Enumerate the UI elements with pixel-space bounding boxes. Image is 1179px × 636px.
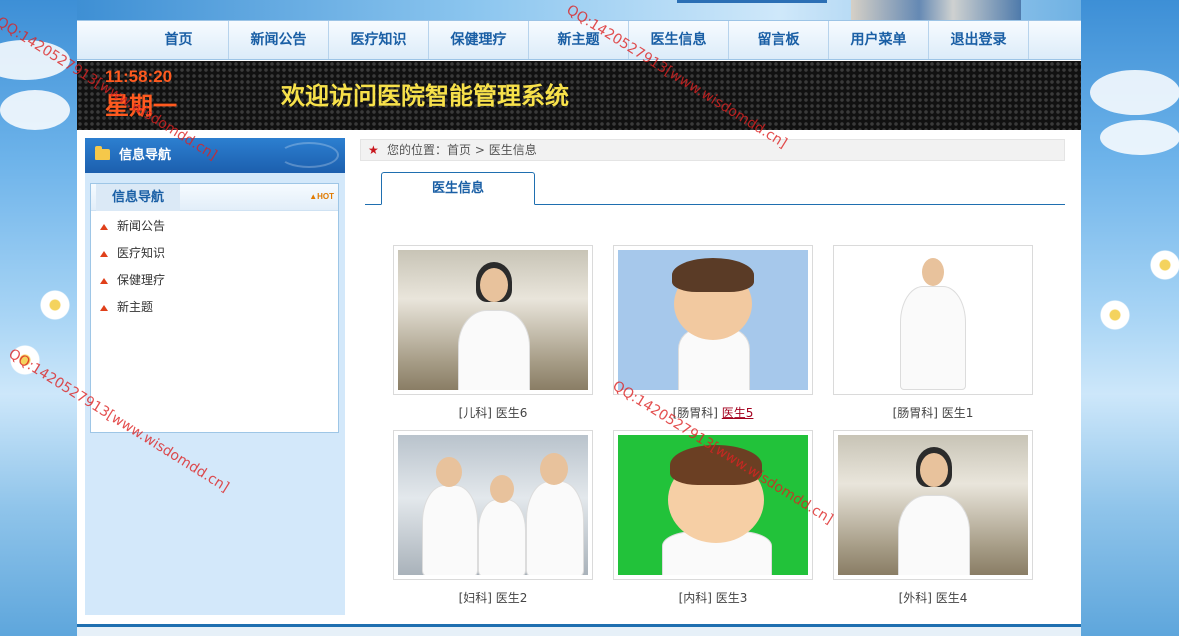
cloud-decoration xyxy=(1090,70,1179,115)
arrow-up-icon xyxy=(100,278,108,284)
cloud-decoration xyxy=(1100,120,1179,155)
doctor-photo[interactable] xyxy=(833,245,1033,395)
content-tabbar: 医生信息 xyxy=(365,172,1065,205)
cloud-decoration xyxy=(0,90,70,130)
flower-decoration xyxy=(40,290,70,320)
hot-icon: ▲HOT xyxy=(309,192,334,201)
doctor-name-link[interactable]: 医生3 xyxy=(716,591,748,605)
doctor-caption: [外科] 医生4 xyxy=(898,591,968,605)
doctor-card[interactable]: [妇科] 医生2 xyxy=(393,430,593,606)
flower-decoration xyxy=(1100,300,1130,330)
nav-item-medical-knowledge[interactable]: 医疗知识 xyxy=(329,21,429,59)
doctor-name-link[interactable]: 医生5 xyxy=(722,406,754,420)
doctor-card[interactable]: [儿科] 医生6 xyxy=(393,245,593,421)
breadcrumb-prefix: 您的位置： xyxy=(387,143,448,157)
doctor-card[interactable]: [外科] 医生4 xyxy=(833,430,1033,606)
page-frame: 首页 新闻公告 医疗知识 保健理疗 新主题 医生信息 留言板 用户菜单 退出登录… xyxy=(77,0,1081,636)
doctor-caption: [肠胃科] 医生1 xyxy=(892,406,974,420)
banner-image xyxy=(851,0,1021,20)
flower-decoration xyxy=(10,345,40,375)
main-nav: 首页 新闻公告 医疗知识 保健理疗 新主题 医生信息 留言板 用户菜单 退出登录 xyxy=(77,20,1081,60)
nav-item-message-board[interactable]: 留言板 xyxy=(729,21,829,59)
doctor-card[interactable]: [肠胃科] 医生1 xyxy=(833,245,1033,421)
clock-weekday: 星期一 xyxy=(105,92,177,120)
doctor-name-link[interactable]: 医生1 xyxy=(942,406,974,420)
info-nav-box: 信息导航 ▲HOT 新闻公告 医疗知识 保健理疗 新主题 xyxy=(90,183,339,433)
welcome-text: 欢迎访问医院智能管理系统 xyxy=(281,82,569,110)
doctor-caption: [儿科] 医生6 xyxy=(458,406,528,420)
doctor-photo[interactable] xyxy=(613,245,813,395)
arrow-up-icon xyxy=(100,251,108,257)
doctor-card[interactable]: [内科] 医生3 xyxy=(613,430,813,606)
doctor-grid: [儿科] 医生6 [肠胃科] 医生5 [肠胃科] 医生1 [妇科] 医生2 [内… xyxy=(393,245,1043,615)
nav-item-new-topic[interactable]: 新主题 xyxy=(529,21,629,59)
top-banner xyxy=(77,0,1081,20)
doctor-photo[interactable] xyxy=(613,430,813,580)
doctor-card[interactable]: [肠胃科] 医生5 xyxy=(613,245,813,421)
nav-item-health-therapy[interactable]: 保健理疗 xyxy=(429,21,529,59)
nav-item-home[interactable]: 首页 xyxy=(129,21,229,59)
doctor-photo[interactable] xyxy=(393,245,593,395)
breadcrumb: ★ 您的位置：首页 > 医生信息 xyxy=(360,139,1065,161)
info-nav-list: 新闻公告 医疗知识 保健理疗 新主题 xyxy=(91,211,338,321)
led-banner: 11:58:20 星期一 欢迎访问医院智能管理系统 xyxy=(77,61,1081,130)
doctor-caption: [妇科] 医生2 xyxy=(458,591,528,605)
folder-icon xyxy=(95,146,110,160)
doctor-name-link[interactable]: 医生2 xyxy=(496,591,528,605)
star-icon: ★ xyxy=(368,143,379,157)
breadcrumb-separator: > xyxy=(474,143,485,157)
sidebar-item-medical-knowledge[interactable]: 医疗知识 xyxy=(91,240,338,267)
nav-item-logout[interactable]: 退出登录 xyxy=(929,21,1029,59)
cloud-decoration xyxy=(0,40,70,80)
arrow-up-icon xyxy=(100,305,108,311)
clock-time: 11:58:20 xyxy=(105,67,173,86)
doctor-caption: [内科] 医生3 xyxy=(678,591,748,605)
sidebar-item-new-topic[interactable]: 新主题 xyxy=(91,294,338,321)
sidebar: 信息导航 信息导航 ▲HOT 新闻公告 医疗知识 保健理疗 新主题 xyxy=(85,138,345,615)
flower-decoration xyxy=(1150,250,1179,280)
breadcrumb-current: 医生信息 xyxy=(488,143,537,157)
info-nav-title: 信息导航 xyxy=(96,184,180,211)
nav-item-doctor-info[interactable]: 医生信息 xyxy=(629,21,729,59)
tab-doctor-info[interactable]: 医生信息 xyxy=(381,172,535,205)
doctor-photo[interactable] xyxy=(833,430,1033,580)
doctor-photo[interactable] xyxy=(393,430,593,580)
arrow-up-icon xyxy=(100,224,108,230)
doctor-name-link[interactable]: 医生4 xyxy=(936,591,968,605)
sidebar-header-title: 信息导航 xyxy=(119,148,172,163)
nav-item-user-menu[interactable]: 用户菜单 xyxy=(829,21,929,59)
breadcrumb-home-link[interactable]: 首页 xyxy=(447,143,471,157)
nav-item-news[interactable]: 新闻公告 xyxy=(229,21,329,59)
sidebar-item-health-therapy[interactable]: 保健理疗 xyxy=(91,267,338,294)
sidebar-header: 信息导航 xyxy=(85,138,345,173)
doctor-caption: [肠胃科] 医生5 xyxy=(672,406,754,420)
doctor-name-link[interactable]: 医生6 xyxy=(496,406,528,420)
sidebar-item-news[interactable]: 新闻公告 xyxy=(91,213,338,240)
footer xyxy=(77,627,1081,636)
